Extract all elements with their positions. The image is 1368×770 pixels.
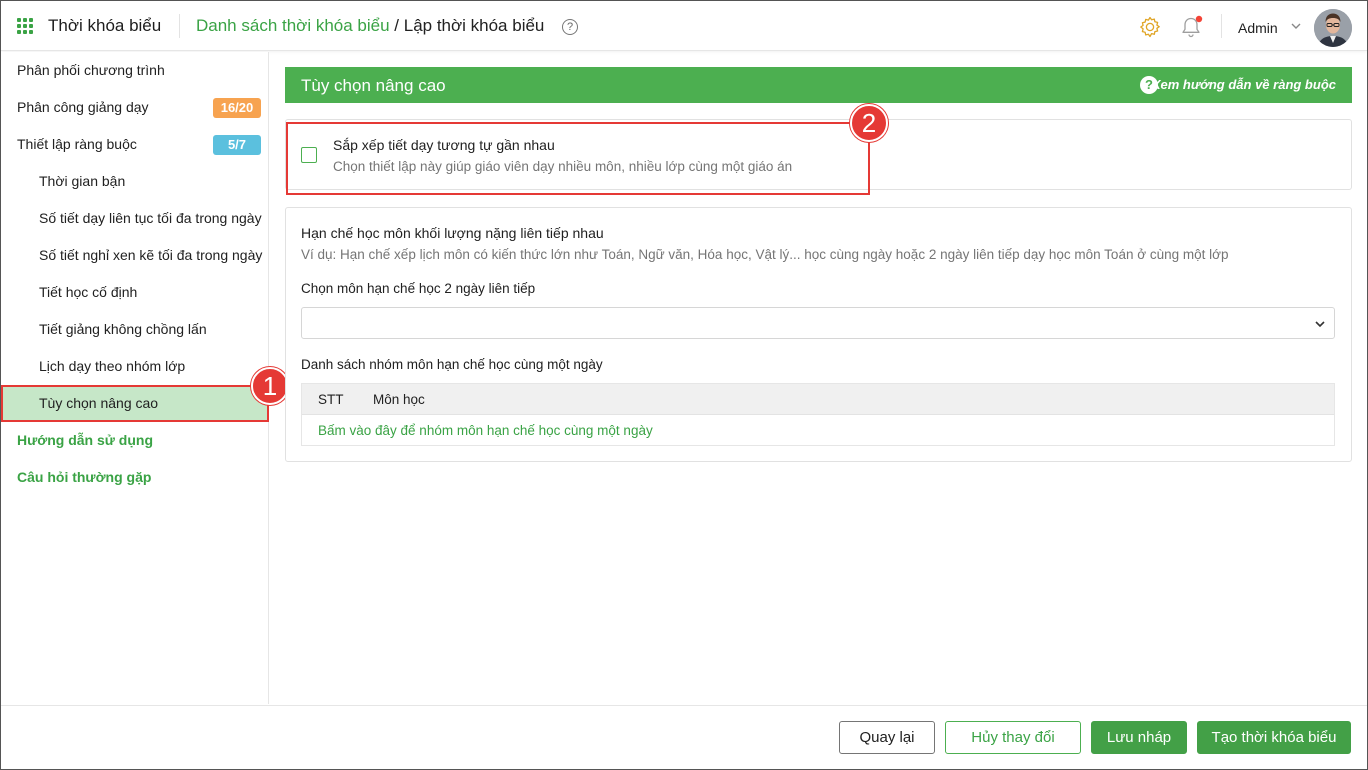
option-title: Sắp xếp tiết dạy tương tự gần nhau (333, 137, 555, 153)
create-timetable-button[interactable]: Tạo thời khóa biểu (1197, 721, 1351, 754)
top-header: Thời khóa biểu Danh sách thời khóa biểu … (1, 1, 1367, 51)
cancel-changes-button[interactable]: Hủy thay đổi (945, 721, 1081, 754)
sidebar-item-label: Tiết học cố định (39, 284, 138, 300)
breadcrumb-timetable-list-link[interactable]: Danh sách thời khóa biểu (196, 16, 390, 35)
table-header: STT Môn học (302, 384, 1334, 415)
sidebar-item-constraint-setup[interactable]: Thiết lập ràng buộc 5/7 (1, 126, 269, 163)
header-divider-2 (1221, 14, 1222, 38)
chevron-down-icon (1315, 321, 1325, 328)
sidebar-item-max-gap-periods[interactable]: Số tiết nghỉ xen kẽ tối đa trong ngày (1, 237, 269, 274)
save-draft-button[interactable]: Lưu nháp (1091, 721, 1187, 754)
sidebar: Phân phối chương trình Phân công giảng d… (1, 52, 269, 704)
sidebar-item-label: Số tiết dạy liên tục tối đa trong ngày (39, 210, 262, 226)
sidebar-item-label: Thiết lập ràng buộc (17, 136, 137, 152)
avatar[interactable] (1314, 9, 1352, 47)
user-name[interactable]: Admin (1238, 20, 1278, 36)
gear-icon[interactable] (1138, 15, 1162, 39)
chevron-down-icon[interactable] (1290, 20, 1302, 32)
column-header-stt: STT (318, 392, 344, 407)
sidebar-item-class-group-schedule[interactable]: Lịch dạy theo nhóm lớp (1, 348, 269, 385)
sidebar-item-advanced-options[interactable]: Tùy chọn nâng cao (1, 385, 269, 422)
sidebar-item-fixed-periods[interactable]: Tiết học cố định (1, 274, 269, 311)
sidebar-item-label: Lịch dạy theo nhóm lớp (39, 358, 186, 374)
breadcrumb: Danh sách thời khóa biểu / Lập thời khóa… (196, 16, 544, 36)
section-title: Tùy chọn nâng cao (301, 76, 446, 95)
subject-group-table: STT Môn học Bấm vào đây để nhóm môn hạn … (301, 383, 1335, 446)
column-header-subject: Môn học (373, 392, 425, 407)
header-divider (179, 14, 180, 38)
section-header: Tùy chọn nâng cao ? Xem hướng dẫn về ràn… (285, 67, 1352, 103)
back-button[interactable]: Quay lại (839, 721, 935, 754)
subject-select[interactable] (301, 307, 1335, 339)
sidebar-item-teaching-assignment[interactable]: Phân công giảng dạy 16/20 (1, 89, 269, 126)
step-marker-1: 1 (251, 367, 289, 405)
bell-icon[interactable] (1179, 14, 1205, 40)
sidebar-item-label: Hướng dẫn sử dụng (17, 432, 153, 448)
breadcrumb-separator: / (389, 16, 404, 35)
sidebar-item-faq[interactable]: Câu hỏi thường gặp (1, 459, 269, 496)
similar-periods-checkbox[interactable] (301, 147, 317, 163)
progress-badge: 16/20 (213, 98, 261, 118)
sidebar-item-label: Thời gian bận (39, 173, 126, 189)
sidebar-item-program-distribution[interactable]: Phân phối chương trình (1, 52, 269, 89)
sidebar-item-label: Câu hỏi thường gặp (17, 469, 152, 485)
option-description: Chọn thiết lập này giúp giáo viên dạy nh… (333, 159, 793, 174)
progress-badge: 5/7 (213, 135, 261, 155)
add-subject-group-link[interactable]: Bấm vào đây để nhóm môn hạn chế học cùng… (318, 423, 653, 438)
help-icon[interactable]: ? (562, 19, 578, 35)
sidebar-item-label: Phân phối chương trình (17, 62, 165, 78)
constraint-guide-link[interactable]: Xem hướng dẫn về ràng buộc (1152, 77, 1336, 92)
restriction-example: Ví dụ: Hạn chế xếp lịch môn có kiến thức… (301, 247, 1229, 262)
sidebar-item-max-consecutive-periods[interactable]: Số tiết dạy liên tục tối đa trong ngày (1, 200, 269, 237)
sidebar-item-label: Tùy chọn nâng cao (39, 395, 159, 411)
sidebar-item-label: Phân công giảng dạy (17, 99, 149, 115)
select-label: Chọn môn hạn chế học 2 ngày liên tiếp (301, 281, 536, 296)
step-marker-2: 2 (850, 104, 888, 142)
app-title: Thời khóa biểu (48, 16, 162, 35)
sidebar-item-non-overlapping[interactable]: Tiết giảng không chồng lấn (1, 311, 269, 348)
restriction-title: Hạn chế học môn khối lượng nặng liên tiế… (301, 225, 604, 241)
group-list-label: Danh sách nhóm môn hạn chế học cùng một … (301, 357, 603, 372)
apps-grid-icon[interactable] (17, 18, 33, 34)
sidebar-item-label: Số tiết nghỉ xen kẽ tối đa trong ngày (39, 247, 263, 263)
sidebar-item-label: Tiết giảng không chồng lấn (39, 321, 207, 337)
sidebar-item-user-guide[interactable]: Hướng dẫn sử dụng (1, 422, 269, 459)
sidebar-item-busy-time[interactable]: Thời gian bận (1, 163, 269, 200)
breadcrumb-current: Lập thời khóa biểu (403, 16, 545, 35)
